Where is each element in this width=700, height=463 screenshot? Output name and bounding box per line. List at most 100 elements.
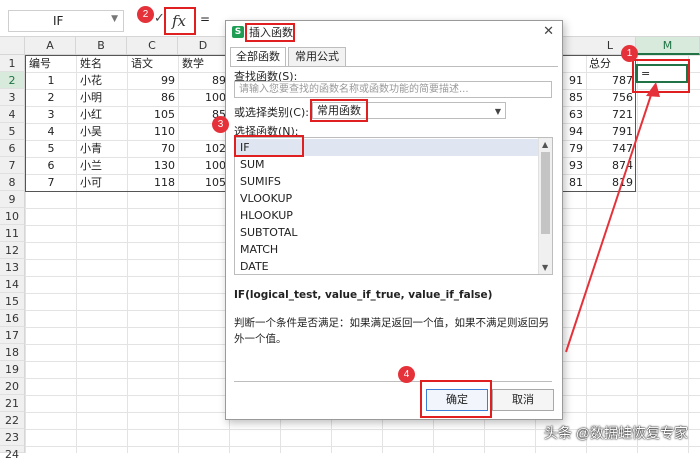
- row-header[interactable]: 5: [0, 123, 25, 140]
- cell-chinese[interactable]: 118: [128, 174, 178, 191]
- row-header[interactable]: 19: [0, 361, 25, 378]
- cell-math[interactable]: 100: [179, 89, 229, 106]
- column-header-a[interactable]: A: [25, 37, 76, 55]
- row-header[interactable]: 6: [0, 140, 25, 157]
- cell-chinese[interactable]: 105: [128, 106, 178, 123]
- select-all-corner[interactable]: [0, 37, 25, 55]
- row-header[interactable]: 17: [0, 327, 25, 344]
- cell-no[interactable]: 1: [26, 72, 76, 89]
- row-header[interactable]: 4: [0, 106, 25, 123]
- row-header[interactable]: 14: [0, 276, 25, 293]
- dialog-titlebar[interactable]: S 插入函数 ✕: [226, 21, 562, 45]
- cell-total[interactable]: 791: [586, 123, 636, 140]
- cell-chinese[interactable]: 99: [128, 72, 178, 89]
- name-box[interactable]: IF ▼: [8, 10, 124, 32]
- scroll-up-icon[interactable]: ▲: [542, 140, 548, 149]
- cell-chinese[interactable]: 70: [128, 140, 178, 157]
- cell-no[interactable]: 7: [26, 174, 76, 191]
- cell-chinese[interactable]: 110: [128, 123, 178, 140]
- row-header[interactable]: 2: [0, 72, 25, 89]
- cell-total[interactable]: 756: [586, 89, 636, 106]
- cell-no[interactable]: 5: [26, 140, 76, 157]
- row-header[interactable]: 1: [0, 55, 25, 72]
- cell-math[interactable]: 105: [179, 174, 229, 191]
- fx-icon: fx: [172, 12, 187, 30]
- cell-name[interactable]: 小吴: [77, 123, 127, 140]
- tab-common-formulas[interactable]: 常用公式: [288, 47, 346, 66]
- list-item-match[interactable]: MATCH: [236, 241, 538, 258]
- list-item-sumifs[interactable]: SUMIFS: [236, 173, 538, 190]
- annotation-badge-2: 2: [137, 6, 154, 23]
- row-header[interactable]: 3: [0, 89, 25, 106]
- close-icon[interactable]: ✕: [543, 24, 554, 39]
- function-search-input[interactable]: 请输入您要查找的函数名称或函数功能的简要描述...: [234, 81, 552, 98]
- cell-total[interactable]: 721: [586, 106, 636, 123]
- list-item-vlookup[interactable]: VLOOKUP: [236, 190, 538, 207]
- cell-total[interactable]: 819: [586, 174, 636, 191]
- cell-name[interactable]: 小明: [77, 89, 127, 106]
- cell-math[interactable]: 89: [179, 72, 229, 89]
- scroll-down-icon[interactable]: ▼: [542, 263, 548, 272]
- cell-math[interactable]: 100: [179, 157, 229, 174]
- tab-all-functions[interactable]: 全部函数: [230, 47, 286, 67]
- cell-total[interactable]: 874: [586, 157, 636, 174]
- list-item-subtotal[interactable]: SUBTOTAL: [236, 224, 538, 241]
- cell-k[interactable]: 91: [562, 72, 586, 89]
- cell-no[interactable]: 3: [26, 106, 76, 123]
- insert-function-button[interactable]: fx: [164, 7, 196, 35]
- cell-name[interactable]: 小红: [77, 106, 127, 123]
- cell-math[interactable]: 102: [179, 140, 229, 157]
- column-header-d[interactable]: D: [178, 37, 229, 55]
- category-label: 或选择类别(C):: [234, 106, 309, 119]
- row-header[interactable]: 16: [0, 310, 25, 327]
- row-header[interactable]: 10: [0, 208, 25, 225]
- chevron-down-icon[interactable]: ▼: [111, 14, 118, 24]
- cell-header[interactable]: 语文: [128, 55, 178, 72]
- row-header[interactable]: 13: [0, 259, 25, 276]
- row-header[interactable]: 9: [0, 191, 25, 208]
- cell-chinese[interactable]: 86: [128, 89, 178, 106]
- cell-no[interactable]: 4: [26, 123, 76, 140]
- cancel-button[interactable]: 取消: [492, 389, 554, 411]
- list-item-hlookup[interactable]: HLOOKUP: [236, 207, 538, 224]
- cell-no[interactable]: 6: [26, 157, 76, 174]
- column-header-c[interactable]: C: [127, 37, 178, 55]
- cell-k[interactable]: 94: [562, 123, 586, 140]
- annotation-highlight-cell: [632, 59, 690, 93]
- cell-header[interactable]: 编号: [26, 55, 76, 72]
- row-header[interactable]: 12: [0, 242, 25, 259]
- cell-k[interactable]: 63: [562, 106, 586, 123]
- list-scrollbar[interactable]: ▲ ▼: [538, 138, 552, 274]
- column-header-m[interactable]: M: [636, 37, 700, 55]
- row-header[interactable]: 18: [0, 344, 25, 361]
- cell-k[interactable]: 81: [562, 174, 586, 191]
- list-item-sum[interactable]: SUM: [236, 156, 538, 173]
- function-list[interactable]: IF SUM SUMIFS VLOOKUP HLOOKUP SUBTOTAL M…: [234, 137, 553, 275]
- cell-no[interactable]: 2: [26, 89, 76, 106]
- cell-name[interactable]: 小青: [77, 140, 127, 157]
- row-header[interactable]: 15: [0, 293, 25, 310]
- row-header[interactable]: 11: [0, 225, 25, 242]
- row-header[interactable]: 23: [0, 429, 25, 446]
- cell-chinese[interactable]: 130: [128, 157, 178, 174]
- row-header[interactable]: 7: [0, 157, 25, 174]
- cell-k[interactable]: 85: [562, 89, 586, 106]
- cell-total[interactable]: 787: [586, 72, 636, 89]
- cell-header[interactable]: 数学: [179, 55, 229, 72]
- row-header[interactable]: 21: [0, 395, 25, 412]
- cell-total[interactable]: 747: [586, 140, 636, 157]
- row-header[interactable]: 22: [0, 412, 25, 429]
- row-header[interactable]: 24: [0, 446, 25, 461]
- formula-input[interactable]: =: [200, 12, 210, 26]
- cell-name[interactable]: 小兰: [77, 157, 127, 174]
- row-header[interactable]: 8: [0, 174, 25, 191]
- scroll-thumb[interactable]: [541, 152, 550, 234]
- cell-name[interactable]: 小可: [77, 174, 127, 191]
- column-header-b[interactable]: B: [76, 37, 127, 55]
- row-header[interactable]: 20: [0, 378, 25, 395]
- cell-k[interactable]: 79: [562, 140, 586, 157]
- cell-k[interactable]: 93: [562, 157, 586, 174]
- cell-header[interactable]: 姓名: [77, 55, 127, 72]
- list-item-date[interactable]: DATE: [236, 258, 538, 274]
- cell-name[interactable]: 小花: [77, 72, 127, 89]
